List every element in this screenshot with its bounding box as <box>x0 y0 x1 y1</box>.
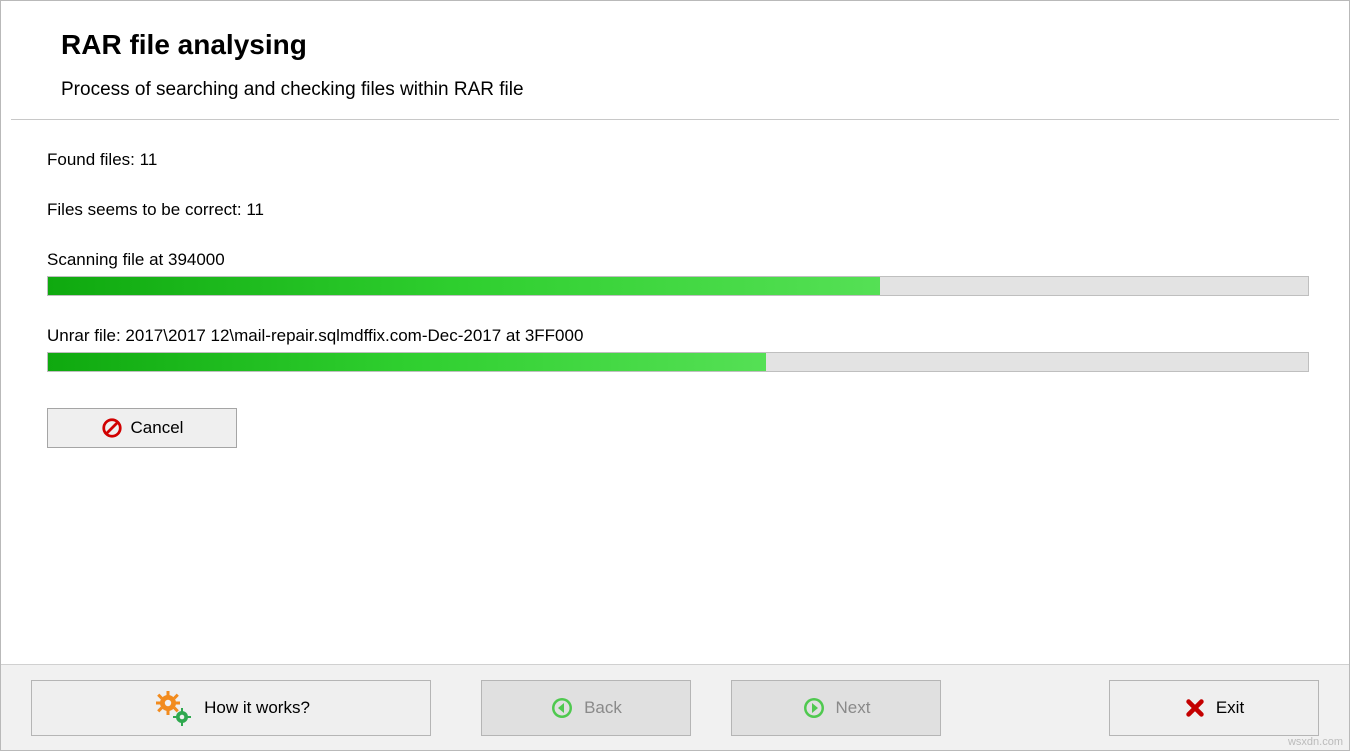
found-files-label: Found files: <box>47 150 135 169</box>
unrar-section: Unrar file: 2017\2017 12\mail-repair.sql… <box>47 326 1309 372</box>
next-button-label: Next <box>836 698 871 718</box>
close-x-icon <box>1184 697 1206 719</box>
unrar-progress-bar <box>47 352 1309 372</box>
scan-progress-bar <box>47 276 1309 296</box>
back-button[interactable]: Back <box>481 680 691 736</box>
how-it-works-label: How it works? <box>204 698 310 718</box>
scan-section: Scanning file at 394000 <box>47 250 1309 296</box>
arrow-right-circle-icon <box>802 696 826 720</box>
footer-bar: How it works? Back Next <box>1 664 1349 750</box>
cancel-button[interactable]: Cancel <box>47 408 237 448</box>
how-it-works-button[interactable]: How it works? <box>31 680 431 736</box>
unrar-path: 2017\2017 12\mail-repair.sqlmdffix.com-D… <box>125 326 583 345</box>
page-subtitle: Process of searching and checking files … <box>61 79 1349 101</box>
scan-progress-wrap <box>47 276 1309 296</box>
header-block: RAR file analysing Process of searching … <box>1 1 1349 119</box>
unrar-label-prefix: Unrar file: <box>47 326 121 345</box>
exit-button[interactable]: Exit <box>1109 680 1319 736</box>
scan-label-line: Scanning file at 394000 <box>47 250 1309 270</box>
unrar-progress-fill <box>48 353 766 371</box>
content-area: RAR file analysing Process of searching … <box>1 1 1349 664</box>
gears-icon <box>152 689 194 727</box>
no-entry-icon <box>101 417 123 439</box>
scan-progress-fill <box>48 277 880 295</box>
back-button-label: Back <box>584 698 622 718</box>
exit-button-label: Exit <box>1216 698 1244 718</box>
correct-files-count: 11 <box>246 200 264 219</box>
body-block: Found files: 11 Files seems to be correc… <box>1 120 1349 448</box>
watermark-text: wsxdn.com <box>1288 736 1343 748</box>
wizard-window: RAR file analysing Process of searching … <box>0 0 1350 751</box>
unrar-progress-wrap <box>47 352 1309 372</box>
correct-files-label: Files seems to be correct: <box>47 200 242 219</box>
found-files-count: 11 <box>140 150 158 169</box>
arrow-left-circle-icon <box>550 696 574 720</box>
cancel-button-label: Cancel <box>131 418 184 438</box>
scan-offset: 394000 <box>168 250 225 269</box>
scan-label-prefix: Scanning file at <box>47 250 163 269</box>
page-title: RAR file analysing <box>61 29 1349 61</box>
unrar-label-line: Unrar file: 2017\2017 12\mail-repair.sql… <box>47 326 1309 346</box>
found-files-line: Found files: 11 <box>47 150 1309 170</box>
correct-files-line: Files seems to be correct: 11 <box>47 200 1309 220</box>
next-button[interactable]: Next <box>731 680 941 736</box>
